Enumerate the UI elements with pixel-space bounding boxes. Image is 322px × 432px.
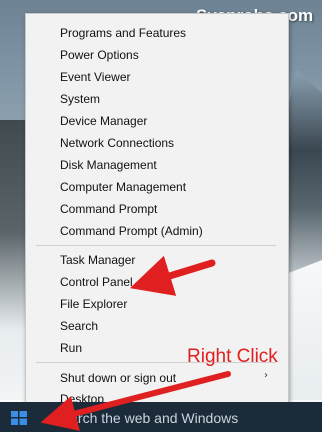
right-click-annotation: Right Click: [187, 346, 278, 367]
arrow-to-control-panel: [129, 255, 216, 296]
arrow-to-start-button: [40, 371, 231, 431]
